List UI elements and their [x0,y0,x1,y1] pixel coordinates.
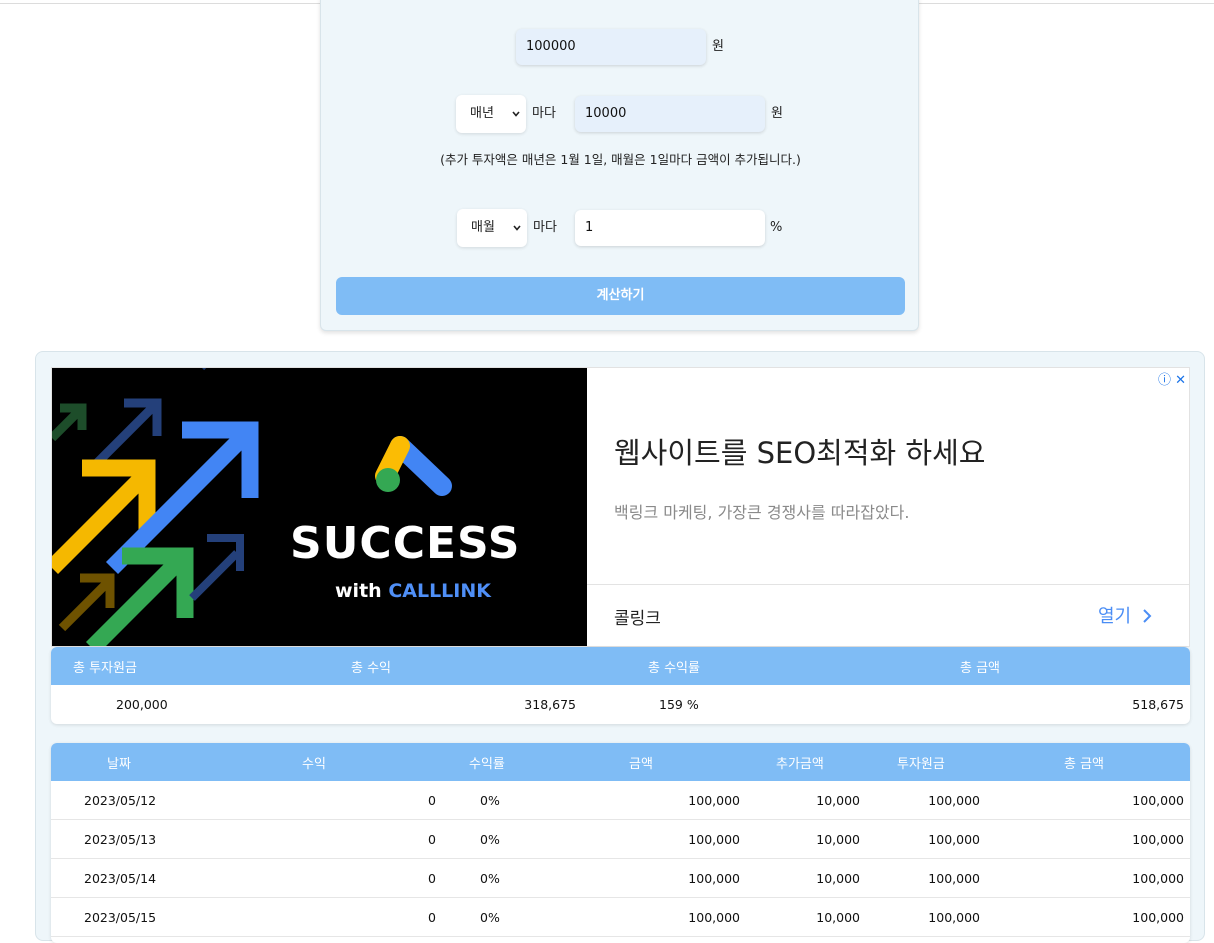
summary-table: 총 투자원금 총 수익 총 수익률 총 금액 200,000 318,675 1… [51,647,1190,724]
summary-row: 200,000 318,675 159 % 518,675 [51,685,1190,724]
date-cell: 2023/05/15 [84,910,157,925]
add-amount-input[interactable]: 10000 [575,96,765,132]
add-amount-unit-label: 원 [771,106,783,121]
summary-header-cell: 총 수익 [351,661,392,676]
date-cell: 2023/05/13 [84,832,157,847]
table-row: 2023/05/15 0 0% 100,000 10,000 100,000 1… [51,898,1190,937]
summary-cell: 200,000 [116,697,168,712]
rate-cell: 0% [480,832,500,847]
rate-input[interactable]: 1 [575,210,765,246]
ad-description: 백링크 마케팅, 가장큰 경쟁사를 따라잡았다. [614,503,910,522]
detail-header-cell: 금액 [629,757,653,772]
principal-cell: 100,000 [928,910,980,925]
rate-cell: 0% [480,793,500,808]
added-amount-cell: 10,000 [816,832,860,847]
amount-cell: 100,000 [688,793,740,808]
google-ads-logo [375,436,452,496]
rate-cell: 0% [480,910,500,925]
detail-header-cell: 투자원금 [897,757,945,772]
results-panel: SUCCESS with CALLLINK ⓘ ✕ 웹사이트를 SEO최적화 하… [35,351,1205,943]
detail-header-cell: 수익률 [469,757,505,772]
ad-divider [587,584,1189,585]
ad-open-button[interactable]: 열기 [1098,602,1153,628]
principal-cell: 100,000 [928,793,980,808]
ad-title[interactable]: 웹사이트를 SEO최적화 하세요 [614,430,985,472]
detail-table: 날짜 수익 수익률 금액 추가금액 투자원금 총 금액 2023/05/12 0… [51,743,1190,943]
summary-cell: 159 % [659,697,699,712]
detail-header-cell: 총 금액 [1064,757,1105,772]
principal-input[interactable]: 100000 [516,29,706,65]
summary-header-cell: 총 투자원금 [73,661,137,676]
rate-cell: 0% [480,871,500,886]
profit-cell: 0 [428,871,436,886]
profit-cell: 0 [428,910,436,925]
principal-cell: 100,000 [928,871,980,886]
ad-image-tagline: with CALLLINK [335,580,491,602]
principal-cell: 100,000 [928,832,980,847]
rate-unit-label: % [770,220,783,235]
total-cell: 100,000 [1132,871,1184,886]
advertisement[interactable]: SUCCESS with CALLLINK ⓘ ✕ 웹사이트를 SEO최적화 하… [51,367,1190,647]
profit-cell: 0 [428,793,436,808]
summary-cell: 318,675 [524,697,576,712]
detail-header: 날짜 수익 수익률 금액 추가금액 투자원금 총 금액 [51,743,1190,781]
calculator-form: 100000 원 매년 마다 10000 원 (추가 투자액은 매년은 1월 1… [320,0,919,331]
add-every-label: 마다 [532,106,556,121]
amount-cell: 100,000 [688,910,740,925]
add-frequency-value: 매년 [470,106,494,121]
chevron-down-icon [512,111,520,117]
added-amount-cell: 10,000 [816,871,860,886]
summary-header: 총 투자원금 총 수익 총 수익률 총 금액 [51,647,1190,685]
summary-header-cell: 총 금액 [960,661,1001,676]
amount-cell: 100,000 [688,832,740,847]
chevron-right-icon [1143,609,1152,623]
chevron-down-icon [513,225,521,231]
profit-cell: 0 [428,832,436,847]
principal-unit-label: 원 [712,39,724,54]
rate-frequency-value: 매월 [471,220,495,235]
summary-cell: 518,675 [1132,697,1184,712]
total-cell: 100,000 [1132,793,1184,808]
table-row: 2023/05/13 0 0% 100,000 10,000 100,000 1… [51,820,1190,859]
total-cell: 100,000 [1132,910,1184,925]
ad-info-close-icon[interactable]: ⓘ ✕ [1158,369,1186,388]
date-cell: 2023/05/12 [84,793,157,808]
arrows-graphic [52,368,452,646]
table-row: 2023/05/12 0 0% 100,000 10,000 100,000 1… [51,781,1190,820]
amount-cell: 100,000 [688,871,740,886]
detail-header-cell: 수익 [302,757,326,772]
ad-image-headline: SUCCESS [290,518,521,569]
detail-header-cell: 날짜 [107,757,131,772]
added-amount-cell: 10,000 [816,793,860,808]
calculate-button[interactable]: 계산하기 [336,277,905,315]
add-frequency-select[interactable]: 매년 [456,95,526,133]
ad-advertiser: 콜링크 [614,609,661,629]
add-investment-note: (추가 투자액은 매년은 1월 1일, 매월은 1일마다 금액이 추가됩니다.) [440,152,801,167]
rate-frequency-select[interactable]: 매월 [457,209,527,247]
table-row: 2023/05/14 0 0% 100,000 10,000 100,000 1… [51,859,1190,898]
detail-header-cell: 추가금액 [776,757,824,772]
date-cell: 2023/05/14 [84,871,157,886]
summary-header-cell: 총 수익률 [648,661,700,676]
total-cell: 100,000 [1132,832,1184,847]
added-amount-cell: 10,000 [816,910,860,925]
rate-every-label: 마다 [533,220,557,235]
ad-image[interactable]: SUCCESS with CALLLINK [52,368,587,646]
